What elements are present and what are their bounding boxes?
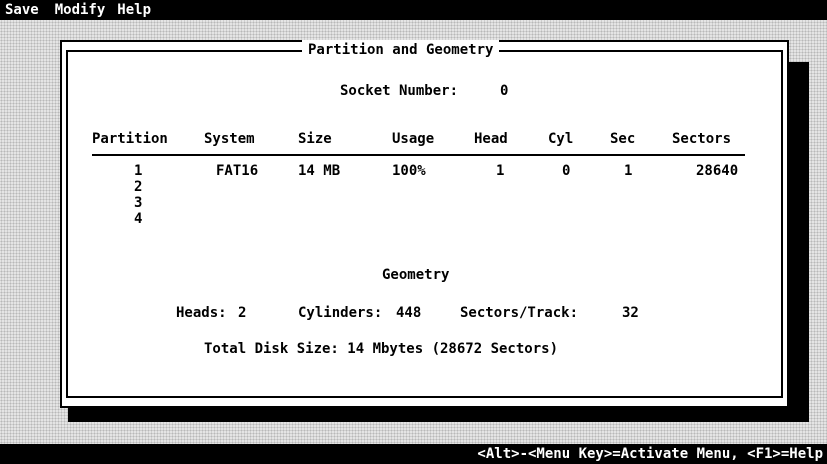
sectors-track-label: Sectors/Track: bbox=[460, 305, 579, 321]
menu-modify[interactable]: Modify bbox=[49, 0, 112, 20]
menu-help[interactable]: Help bbox=[111, 0, 157, 20]
heads-label: Heads: bbox=[176, 305, 227, 321]
col-header-sectors: Sectors bbox=[672, 131, 732, 147]
cylinders-label: Cylinders: bbox=[298, 305, 383, 321]
socket-number-label: Socket Number: bbox=[340, 83, 459, 99]
col-header-partition: Partition bbox=[92, 131, 168, 147]
row1-sectors: 28640 bbox=[696, 163, 739, 179]
row1-cyl: 0 bbox=[562, 163, 571, 179]
geometry-title: Geometry bbox=[382, 267, 450, 283]
dialog-frame: Partition and Geometry Socket Number: 0 … bbox=[66, 40, 783, 398]
col-header-sec: Sec bbox=[610, 131, 636, 147]
row1-head: 1 bbox=[496, 163, 505, 179]
sectors-track-value: 32 bbox=[622, 305, 639, 321]
row1-sec: 1 bbox=[624, 163, 633, 179]
header-divider bbox=[92, 154, 745, 156]
status-bar: <Alt>-<Menu Key>=Activate Menu, <F1>=Hel… bbox=[0, 444, 827, 464]
col-header-size: Size bbox=[298, 131, 332, 147]
heads-value: 2 bbox=[238, 305, 247, 321]
dialog-title: Partition and Geometry bbox=[302, 40, 500, 60]
row1-usage: 100% bbox=[392, 163, 426, 179]
menu-save[interactable]: Save bbox=[0, 0, 49, 20]
partition-geometry-dialog: Partition and Geometry Socket Number: 0 … bbox=[60, 40, 789, 408]
menu-bar: Save Modify Help bbox=[0, 0, 827, 20]
col-header-cyl: Cyl bbox=[548, 131, 574, 147]
row4-partition: 4 bbox=[134, 211, 143, 227]
cylinders-value: 448 bbox=[396, 305, 422, 321]
total-disk-size: Total Disk Size: 14 Mbytes (28672 Sector… bbox=[204, 341, 559, 357]
socket-number-value: 0 bbox=[500, 83, 509, 99]
col-header-usage: Usage bbox=[392, 131, 435, 147]
col-header-head: Head bbox=[474, 131, 508, 147]
row1-size: 14 MB bbox=[298, 163, 341, 179]
row1-system: FAT16 bbox=[216, 163, 259, 179]
col-header-system: System bbox=[204, 131, 255, 147]
